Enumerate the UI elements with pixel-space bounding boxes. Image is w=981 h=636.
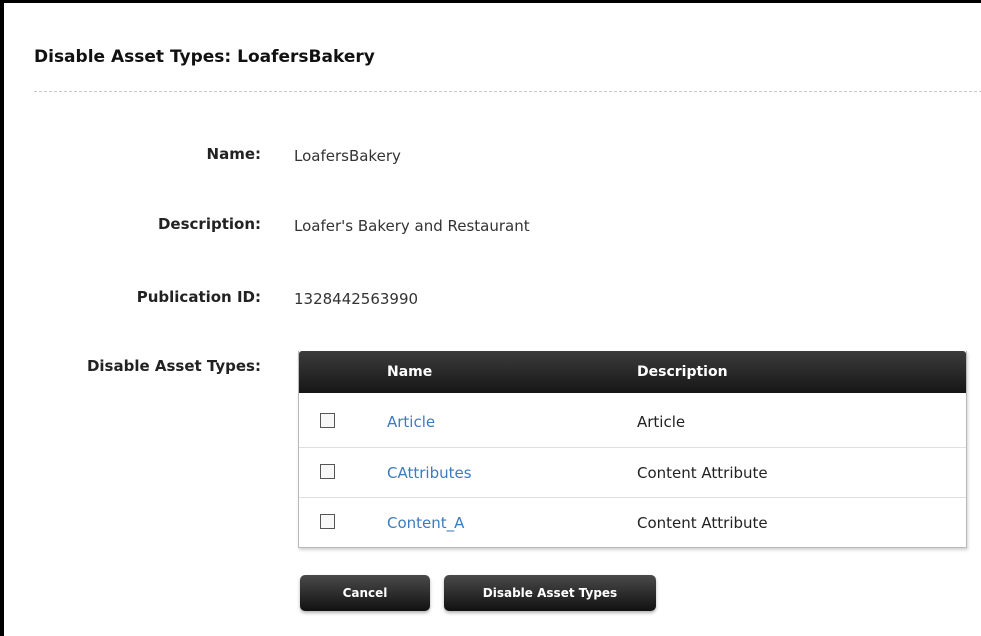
page-frame: Disable Asset Types: LoafersBakery Name:… — [0, 0, 981, 636]
table-row: Article Article — [299, 397, 966, 447]
title-divider — [34, 91, 981, 92]
name-value: LoafersBakery — [294, 147, 401, 165]
table-row: CAttributes Content Attribute — [299, 447, 966, 498]
asset-type-link[interactable]: CAttributes — [387, 464, 472, 482]
asset-type-link[interactable]: Article — [387, 413, 435, 431]
asset-type-link[interactable]: Content_A — [387, 514, 464, 532]
asset-types-table: Name Description Article Article CAttrib… — [298, 351, 967, 548]
disable-asset-types-button[interactable]: Disable Asset Types — [444, 575, 656, 611]
table-row: Content_A Content Attribute — [299, 497, 966, 548]
row-checkbox[interactable] — [320, 413, 335, 428]
row-checkbox[interactable] — [320, 464, 335, 479]
cancel-button[interactable]: Cancel — [300, 575, 430, 611]
asset-type-description: Article — [637, 413, 686, 431]
publication-id-label: Publication ID: — [136, 288, 261, 306]
page-title: Disable Asset Types: LoafersBakery — [34, 47, 375, 67]
description-value: Loafer's Bakery and Restaurant — [294, 217, 530, 235]
column-header-description: Description — [637, 364, 728, 380]
column-header-name: Name — [387, 364, 433, 380]
name-label: Name: — [206, 145, 261, 163]
row-checkbox[interactable] — [320, 514, 335, 529]
asset-type-description: Content Attribute — [637, 464, 768, 482]
asset-type-description: Content Attribute — [637, 514, 768, 532]
table-header: Name Description — [299, 351, 966, 393]
publication-id-value: 1328442563990 — [294, 290, 419, 308]
asset-types-label: Disable Asset Types: — [86, 357, 261, 375]
description-label: Description: — [157, 215, 261, 233]
